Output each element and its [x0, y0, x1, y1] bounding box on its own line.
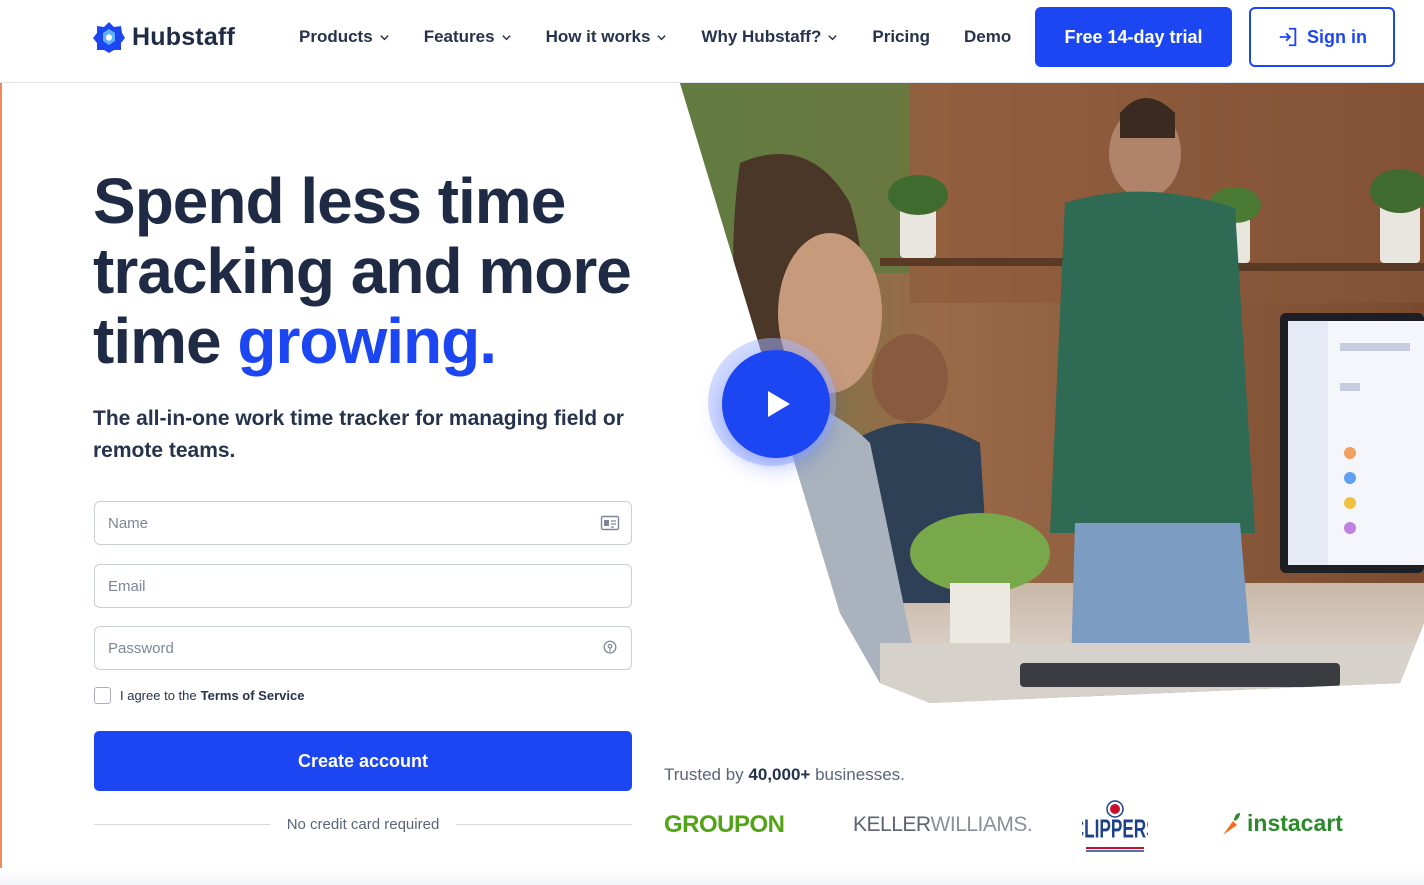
hero-subheadline: The all-in-one work time tracker for man…: [93, 407, 624, 462]
keller-williams-logo: KELLER WILLIAMS.: [853, 813, 1033, 837]
no-credit-card-text: No credit card required: [286, 816, 440, 833]
email-input[interactable]: [108, 577, 588, 595]
nav-products[interactable]: Products: [299, 27, 390, 47]
trusted-by-text: Trusted by 40,000+ businesses.: [664, 765, 905, 785]
terms-checkbox[interactable]: [94, 687, 111, 704]
chevron-down-icon: [501, 34, 511, 40]
chevron-down-icon: [657, 34, 667, 40]
clippers-emblem-icon: CLIPPERS: [1082, 800, 1148, 852]
nav-label: Products: [299, 27, 373, 46]
nav-demo[interactable]: Demo: [964, 27, 1011, 47]
clippers-logo: CLIPPERS: [1082, 800, 1148, 852]
headline-line-1: Spend less time: [93, 165, 566, 237]
nav-label: Demo: [963, 27, 1012, 46]
nav-pricing[interactable]: Pricing: [872, 27, 930, 47]
page-edge: [0, 0, 2, 885]
headline-accent: growing.: [237, 305, 497, 377]
password-key-icon[interactable]: [600, 639, 620, 657]
chevron-down-icon: [828, 34, 838, 40]
name-input[interactable]: [108, 514, 588, 532]
nav-features[interactable]: Features: [424, 27, 512, 47]
trusted-prefix: Trusted by: [664, 765, 744, 784]
keller-text: KELLER: [853, 813, 931, 836]
no-credit-card-note: No credit card required: [94, 816, 633, 833]
free-trial-button[interactable]: Free 14-day trial: [1035, 7, 1232, 67]
play-icon: [768, 391, 790, 417]
main-nav: Products Features How it works Why Hubst…: [299, 27, 1045, 47]
nav-why-hubstaff[interactable]: Why Hubstaff?: [701, 27, 838, 47]
headline-line-3: time: [93, 305, 238, 377]
headline-line-2: tracking and more: [93, 235, 632, 307]
brand-logo[interactable]: Hubstaff: [92, 20, 235, 54]
terms-agreement: I agree to the Terms of Service: [94, 687, 304, 704]
nav-label: Pricing: [872, 27, 930, 46]
nav-label: Features: [423, 27, 495, 46]
email-field-wrapper: [94, 564, 632, 608]
customer-logos: GROUPON KELLERWILLIAMS. CLIPPERS instaca…: [664, 800, 1384, 852]
agree-label: I agree to the: [120, 688, 197, 703]
trusted-count: 40,000+: [748, 765, 811, 784]
terms-of-service-link[interactable]: Terms of Service: [201, 688, 305, 703]
trusted-suffix: businesses.: [815, 765, 905, 784]
hubstaff-logo-icon: [93, 22, 125, 53]
site-header: Hubstaff Products Features How it works …: [0, 0, 1424, 83]
sign-in-icon: [1279, 27, 1297, 47]
williams-text: WILLIAMS.: [930, 813, 1033, 836]
create-account-button[interactable]: Create account: [94, 731, 632, 791]
nav-label: How it works: [545, 27, 651, 46]
contact-card-icon: [600, 515, 620, 531]
sign-in-button[interactable]: Sign in: [1249, 7, 1395, 67]
groupon-logo: GROUPON: [664, 811, 785, 838]
page-bottom-fade: [0, 868, 1424, 885]
nav-how-it-works[interactable]: How it works: [546, 27, 668, 47]
divider-line: [94, 824, 270, 825]
hero-headline: Spend less time tracking and more time g…: [93, 166, 673, 376]
clippers-text: CLIPPERS: [1082, 814, 1148, 843]
password-field-wrapper: [94, 626, 632, 670]
sign-in-label: Sign in: [1307, 26, 1367, 47]
name-field-wrapper: [94, 501, 632, 545]
brand-name: Hubstaff: [132, 22, 235, 51]
instacart-logo: instacart: [1219, 810, 1343, 837]
chevron-down-icon: [380, 34, 389, 40]
instacart-text: instacart: [1247, 810, 1343, 836]
password-input[interactable]: [108, 639, 588, 657]
carrot-icon: [1223, 812, 1240, 835]
play-video-button[interactable]: [722, 350, 830, 458]
nav-label: Why Hubstaff?: [701, 27, 822, 46]
divider-line: [456, 824, 633, 825]
